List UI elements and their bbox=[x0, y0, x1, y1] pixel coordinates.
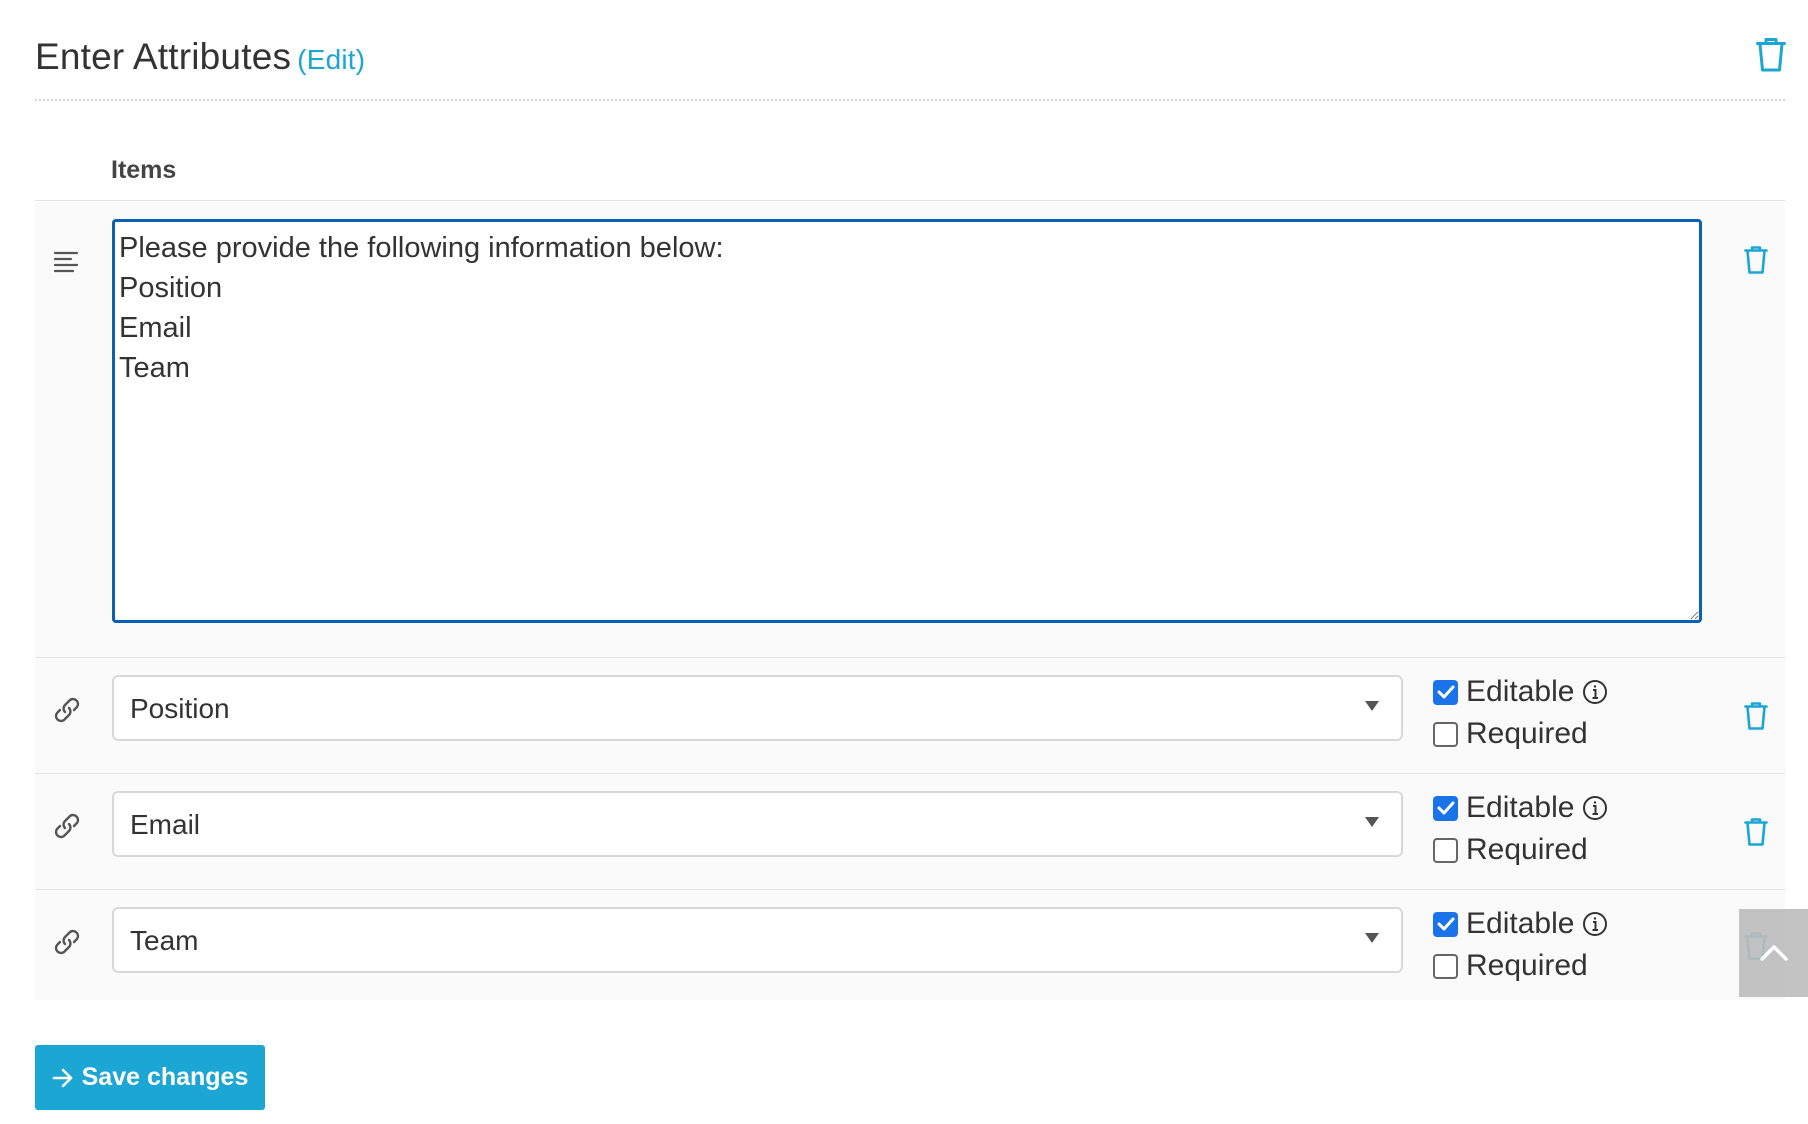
items-label: Items bbox=[111, 156, 177, 184]
editable-label: Editable bbox=[1466, 791, 1575, 824]
check-icon bbox=[1437, 685, 1454, 699]
required-label: Required bbox=[1466, 833, 1588, 866]
trash-icon bbox=[1744, 818, 1768, 846]
attribute-select[interactable]: Team bbox=[112, 907, 1403, 973]
required-option: Required bbox=[1433, 832, 1588, 868]
editable-checkbox[interactable] bbox=[1433, 679, 1458, 705]
link-icon bbox=[47, 690, 87, 730]
delete-attribute-button[interactable] bbox=[1741, 814, 1771, 850]
link-icon bbox=[47, 806, 87, 846]
check-icon bbox=[1437, 801, 1454, 815]
edit-link[interactable]: (Edit) bbox=[297, 44, 365, 75]
delete-text-item-button[interactable] bbox=[1741, 242, 1771, 278]
attribute-row: Position Editable Required bbox=[35, 658, 1785, 774]
editable-option: Editable bbox=[1433, 906, 1608, 942]
editable-label: Editable bbox=[1466, 675, 1575, 708]
editable-option: Editable bbox=[1433, 790, 1608, 826]
delete-attribute-button[interactable] bbox=[1741, 698, 1771, 734]
required-label: Required bbox=[1466, 717, 1588, 750]
arrow-right-icon bbox=[52, 1068, 74, 1088]
text-item-textarea[interactable] bbox=[112, 219, 1702, 623]
required-option: Required bbox=[1433, 716, 1588, 752]
editable-checkbox[interactable] bbox=[1433, 795, 1458, 821]
trash-icon bbox=[1744, 702, 1768, 730]
editable-option: Editable bbox=[1433, 674, 1608, 710]
trash-icon bbox=[1744, 246, 1768, 274]
info-icon[interactable] bbox=[1582, 679, 1608, 705]
section-header: Enter Attributes (Edit) bbox=[35, 0, 1786, 101]
info-icon[interactable] bbox=[1582, 795, 1608, 821]
attribute-select-value: Position bbox=[130, 693, 230, 724]
check-icon bbox=[1437, 917, 1454, 931]
page-title-text: Enter Attributes bbox=[35, 36, 292, 77]
required-label: Required bbox=[1466, 949, 1588, 982]
attribute-select-value: Team bbox=[130, 925, 199, 956]
info-icon[interactable] bbox=[1582, 911, 1608, 937]
editable-label: Editable bbox=[1466, 907, 1575, 940]
save-changes-button[interactable]: Save changes bbox=[35, 1045, 265, 1110]
save-changes-label: Save changes bbox=[81, 1063, 249, 1091]
page-title: Enter Attributes (Edit) bbox=[35, 36, 365, 78]
trash-icon bbox=[1756, 38, 1786, 72]
scroll-to-top-button[interactable] bbox=[1739, 909, 1808, 997]
attribute-select[interactable]: Email bbox=[112, 791, 1403, 857]
chevron-up-icon bbox=[1759, 945, 1788, 961]
link-icon bbox=[47, 922, 87, 962]
chevron-down-icon bbox=[1365, 817, 1379, 827]
required-checkbox[interactable] bbox=[1433, 721, 1458, 747]
text-item-row bbox=[35, 202, 1785, 658]
attribute-select[interactable]: Position bbox=[112, 675, 1403, 741]
items-header: Items bbox=[35, 130, 1785, 201]
chevron-down-icon bbox=[1365, 933, 1379, 943]
attribute-row: Team Editable Required bbox=[35, 890, 1785, 1000]
text-lines-icon bbox=[47, 242, 87, 282]
required-option: Required bbox=[1433, 948, 1588, 984]
chevron-down-icon bbox=[1365, 701, 1379, 711]
editable-checkbox[interactable] bbox=[1433, 911, 1458, 937]
attribute-row: Email Editable Required bbox=[35, 774, 1785, 890]
required-checkbox[interactable] bbox=[1433, 953, 1458, 979]
attribute-select-value: Email bbox=[130, 809, 201, 840]
required-checkbox[interactable] bbox=[1433, 837, 1458, 863]
delete-section-button[interactable] bbox=[1751, 30, 1791, 80]
